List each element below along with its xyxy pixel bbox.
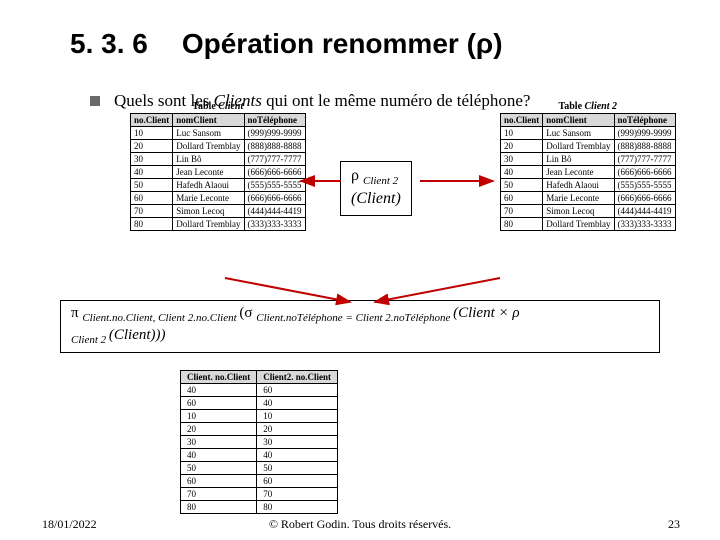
table-row: 80Dollard Tremblay(333)333-3333 xyxy=(501,218,676,231)
column-header: no.Client xyxy=(501,114,543,127)
table-row: 8080 xyxy=(181,501,338,514)
result-table-wrapper: Client. no.ClientClient2. no.Client40606… xyxy=(180,370,338,514)
table-row: 10Luc Sansom(999)999-9999 xyxy=(131,127,306,140)
table-row: 1010 xyxy=(181,410,338,423)
table-row: 50Hafedh Alaoui(555)555-5555 xyxy=(501,179,676,192)
column-header: nomClient xyxy=(173,114,244,127)
column-header: Client. no.Client xyxy=(181,371,257,384)
table-row: 80Dollard Tremblay(333)333-3333 xyxy=(131,218,306,231)
table-client: no.ClientnomClientnoTéléphone10Luc Sanso… xyxy=(130,113,306,231)
slide-footer: 18/01/2022 © Robert Godin. Tous droits r… xyxy=(0,517,720,532)
table-row: 5050 xyxy=(181,462,338,475)
table-client-caption: Table Client xyxy=(130,101,306,112)
table-row: 50Hafedh Alaoui(555)555-5555 xyxy=(131,179,306,192)
table-row: 4040 xyxy=(181,449,338,462)
table-row: 40Jean Leconte(666)666-6666 xyxy=(501,166,676,179)
table-row: 20Dollard Tremblay(888)888-8888 xyxy=(131,140,306,153)
table-row: 70Simon Lecoq(444)444-4419 xyxy=(501,205,676,218)
table-row: 4060 xyxy=(181,384,338,397)
column-header: no.Client xyxy=(131,114,173,127)
table-client2: no.ClientnomClientnoTéléphone10Luc Sanso… xyxy=(500,113,676,231)
rename-expression-box: ρ Client 2 (Client) xyxy=(340,161,412,216)
table-row: 30Lin Bô(777)777-7777 xyxy=(501,153,676,166)
table-row: 10Luc Sansom(999)999-9999 xyxy=(501,127,676,140)
column-header: noTéléphone xyxy=(614,114,675,127)
table-row: 7070 xyxy=(181,488,338,501)
section-number: 5. 3. 6 xyxy=(70,28,148,60)
table-row: 6040 xyxy=(181,397,338,410)
table-row: 3030 xyxy=(181,436,338,449)
table-client-wrapper: Table Client no.ClientnomClientnoTélépho… xyxy=(130,101,306,231)
table-row: 20Dollard Tremblay(888)888-8888 xyxy=(501,140,676,153)
table-client2-caption: Table Client 2 xyxy=(500,101,676,112)
slide-title: Opération renommer (ρ) xyxy=(182,28,503,60)
table-row: 6060 xyxy=(181,475,338,488)
arrow-icon xyxy=(418,171,498,193)
column-header: Client2. no.Client xyxy=(257,371,338,384)
column-header: nomClient xyxy=(543,114,614,127)
table-row: 40Jean Leconte(666)666-6666 xyxy=(131,166,306,179)
tables-area: Table Client no.ClientnomClientnoTélépho… xyxy=(70,101,670,271)
table-row: 30Lin Bô(777)777-7777 xyxy=(131,153,306,166)
table-row: 60Marie Leconte(666)666-6666 xyxy=(501,192,676,205)
table-row: 60Marie Leconte(666)666-6666 xyxy=(131,192,306,205)
table-row: 2020 xyxy=(181,423,338,436)
table-client2-wrapper: Table Client 2 no.ClientnomClientnoTélép… xyxy=(500,101,676,231)
table-row: 70Simon Lecoq(444)444-4419 xyxy=(131,205,306,218)
result-table: Client. no.ClientClient2. no.Client40606… xyxy=(180,370,338,514)
footer-copyright: © Robert Godin. Tous droits réservés. xyxy=(0,517,720,532)
projection-formula-box: π Client.no.Client, Client 2.no.Client (… xyxy=(60,300,660,353)
column-header: noTéléphone xyxy=(244,114,305,127)
